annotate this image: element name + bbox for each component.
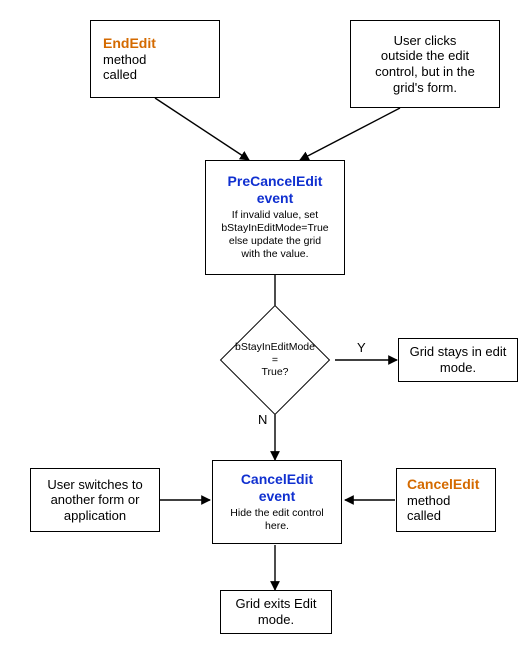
node-click-outside-text: User clicks outside the edit control, bu… (375, 33, 475, 95)
node-cancelmethod-sub: method called (407, 493, 450, 524)
flowchart-canvas: { "chart_data": { "type": "flowchart", "… (0, 0, 527, 660)
node-canceledit-title: CancelEdit event (241, 471, 313, 505)
node-cancelmethod-title: CancelEdit (407, 476, 479, 493)
node-stays-text: Grid stays in edit mode. (410, 344, 507, 375)
node-precanceledit-detail: If invalid value, set bStayInEditMode=Tr… (221, 209, 328, 262)
node-canceledit-method: CancelEdit method called (396, 468, 496, 532)
edge-label-yes: Y (357, 340, 366, 355)
edge-label-no: N (258, 412, 267, 427)
node-canceledit-event: CancelEdit event Hide the edit control h… (212, 460, 342, 544)
node-switch-form-text: User switches to another form or applica… (47, 477, 142, 524)
node-endedit-title: EndEdit (103, 35, 156, 52)
node-precanceledit-title: PreCancelEdit event (228, 173, 323, 207)
decision-line3: True? (261, 366, 288, 379)
node-exits-text: Grid exits Edit mode. (236, 596, 317, 627)
node-canceledit-detail: Hide the edit control here. (230, 507, 323, 533)
node-exits-edit: Grid exits Edit mode. (220, 590, 332, 634)
node-precanceledit: PreCancelEdit event If invalid value, se… (205, 160, 345, 275)
node-click-outside: User clicks outside the edit control, bu… (350, 20, 500, 108)
decision-label: bStayInEditMode = True? (215, 320, 335, 400)
decision-line2: = (272, 354, 278, 367)
node-endedit: EndEdit method called (90, 20, 220, 98)
node-stays-in-edit: Grid stays in edit mode. (398, 338, 518, 382)
node-decision: bStayInEditMode = True? (215, 320, 335, 400)
node-switch-form: User switches to another form or applica… (30, 468, 160, 532)
node-endedit-sub: method called (103, 52, 146, 83)
decision-line1: bStayInEditMode (235, 341, 315, 354)
